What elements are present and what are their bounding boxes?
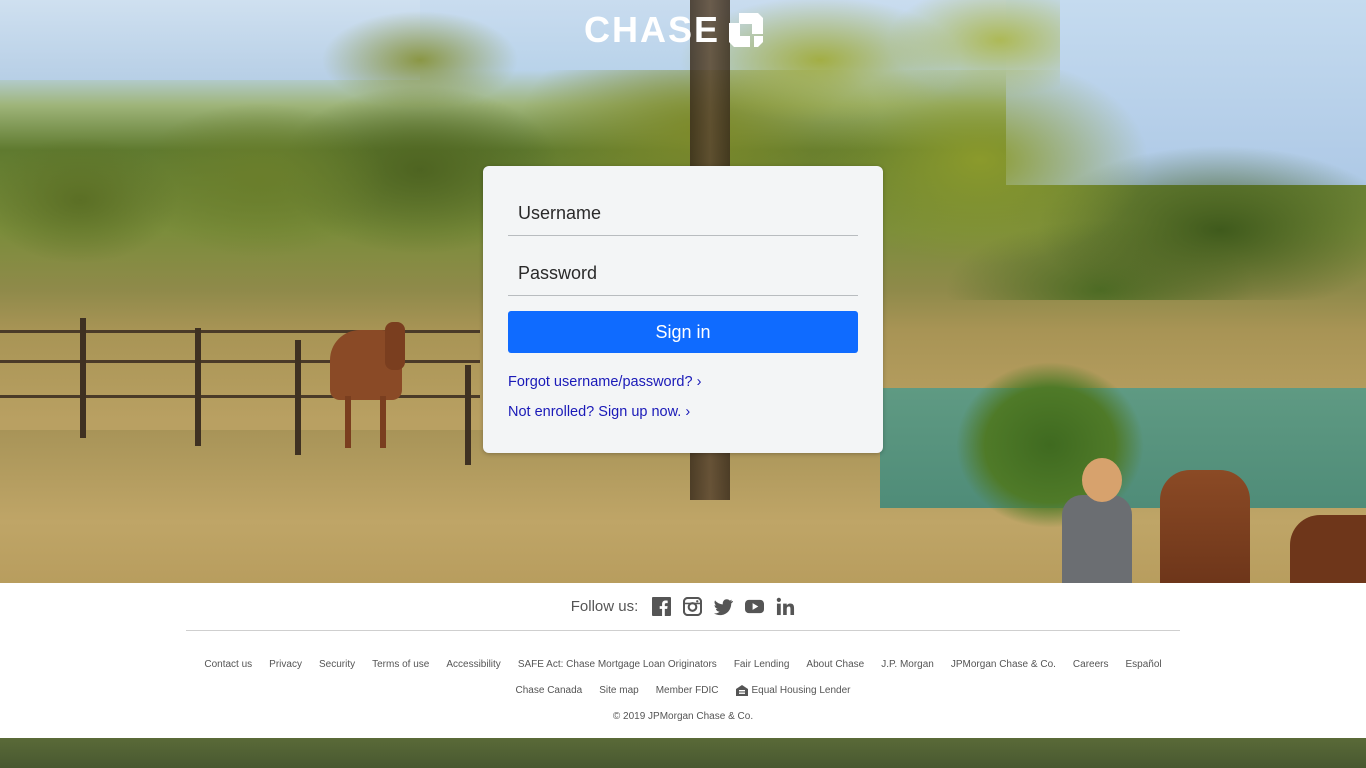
footer-link-jp-morgan[interactable]: J.P. Morgan xyxy=(881,659,934,670)
follow-us-label: Follow us: xyxy=(570,598,639,615)
person-head xyxy=(1082,458,1122,502)
footer-link-chase-canada[interactable]: Chase Canada xyxy=(516,685,583,696)
footer-link-privacy[interactable]: Privacy xyxy=(269,659,302,670)
octagon-logo-icon xyxy=(729,13,764,47)
forgot-credentials-link[interactable]: Forgot username/password? › xyxy=(508,374,701,390)
logo-wordmark: CHASE xyxy=(584,9,721,50)
footer-links-row: Contact us Privacy Security Terms of use… xyxy=(0,659,1366,670)
footer-link-espanol[interactable]: Español xyxy=(1126,659,1162,670)
horse-leg xyxy=(345,396,351,448)
footer: Follow us: Contact us Privacy Security T xyxy=(0,583,1366,738)
linkedin-icon[interactable] xyxy=(776,597,795,616)
footer-link-terms[interactable]: Terms of use xyxy=(372,659,429,670)
footer-link-accessibility[interactable]: Accessibility xyxy=(446,659,500,670)
login-card: Sign in Forgot username/password? › Not … xyxy=(483,166,883,453)
footer-link-member-fdic[interactable]: Member FDIC xyxy=(656,685,719,696)
horse xyxy=(1160,470,1250,583)
instagram-icon[interactable] xyxy=(683,597,703,616)
footer-link-site-map[interactable]: Site map xyxy=(599,685,638,696)
enroll-link[interactable]: Not enrolled? Sign up now. › xyxy=(508,404,690,420)
footer-link-fair-lending[interactable]: Fair Lending xyxy=(734,659,790,670)
fence-post xyxy=(465,365,471,465)
fence-rail xyxy=(0,395,480,398)
person xyxy=(1062,495,1132,583)
footer-link-equal-housing[interactable]: Equal Housing Lender xyxy=(735,685,851,696)
footer-links-row: Chase Canada Site map Member FDIC Equal … xyxy=(0,685,1366,696)
footer-link-about-chase[interactable]: About Chase xyxy=(806,659,864,670)
youtube-icon[interactable] xyxy=(745,597,765,616)
footer-link-contact-us[interactable]: Contact us xyxy=(204,659,252,670)
twitter-icon[interactable] xyxy=(714,597,734,616)
fence-post xyxy=(80,318,86,438)
grass-strip xyxy=(0,738,1366,768)
fence-rail xyxy=(0,360,480,363)
fence-rail xyxy=(0,330,480,333)
horse-head xyxy=(385,322,405,370)
footer-link-security[interactable]: Security xyxy=(319,659,355,670)
bushes xyxy=(920,330,1180,560)
equal-housing-label: Equal Housing Lender xyxy=(751,685,851,696)
chase-logo: CHASE xyxy=(584,10,764,50)
footer-divider xyxy=(186,630,1180,631)
fence-post xyxy=(195,328,201,446)
follow-us-bar: Follow us: xyxy=(0,597,1366,616)
horse-leg xyxy=(380,396,386,448)
footer-link-jpmorgan-chase[interactable]: JPMorgan Chase & Co. xyxy=(951,659,1056,670)
facebook-icon[interactable] xyxy=(652,597,672,616)
fence-post xyxy=(295,340,301,455)
footer-link-careers[interactable]: Careers xyxy=(1073,659,1109,670)
footer-link-safe-act[interactable]: SAFE Act: Chase Mortgage Loan Originator… xyxy=(518,659,717,670)
sign-in-button[interactable]: Sign in xyxy=(508,311,858,353)
password-input[interactable] xyxy=(508,252,858,296)
equal-housing-icon xyxy=(735,685,748,696)
copyright: © 2019 JPMorgan Chase & Co. xyxy=(612,711,754,722)
horse xyxy=(1290,515,1366,583)
username-input[interactable] xyxy=(508,192,858,236)
